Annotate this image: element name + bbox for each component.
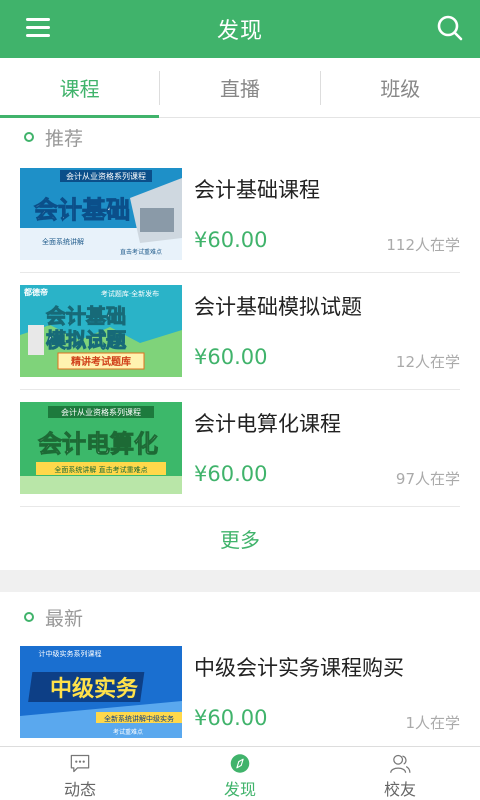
course-price: ¥60.00	[194, 462, 268, 486]
thumb-main-text: 会计电算化	[38, 430, 158, 458]
course-thumbnail: 会计从业资格系列课程 会计基础 全面系统讲解 直击考试重难点	[20, 168, 182, 260]
learner-count: 97人在学	[395, 470, 460, 488]
learner-count: 1人在学	[405, 714, 460, 732]
compass-icon	[230, 754, 250, 773]
nav-item-activity[interactable]: 动态	[0, 747, 160, 800]
course-item[interactable]: 都德帝 考试题库·全新发布 会计基础 模拟试题 精讲考试题库 会计基础模拟试题 …	[20, 273, 460, 390]
thumb-top-text: 会计从业资格系列课程	[61, 407, 141, 417]
nav-item-alumni[interactable]: 校友	[320, 747, 480, 800]
nav-item-discover[interactable]: 发现	[160, 747, 320, 800]
recommended-section: 推荐 会计从业资格系列课程 会计基础 全面系统讲解 直击考试重难点 会计基础课程…	[0, 118, 480, 570]
section-title: 最新	[45, 607, 84, 630]
section-header: 最新	[0, 592, 480, 642]
chat-bubble-icon	[70, 754, 90, 773]
thumb-main-text: 会计基础	[46, 304, 126, 328]
thumb-main-text: 模拟试题	[46, 328, 127, 352]
latest-section: 最新 计中级实务系列课程 中级实务 全新系统讲解中级实务 考试重难点 中级会计实…	[0, 592, 480, 752]
course-item[interactable]: 会计从业资格系列课程 会计基础 全面系统讲解 直击考试重难点 会计基础课程 ¥6…	[20, 156, 460, 273]
nav-label: 校友	[383, 780, 416, 799]
course-thumbnail: 计中级实务系列课程 中级实务 全新系统讲解中级实务 考试重难点	[20, 646, 182, 738]
thumb-top-text: 会计从业资格系列课程	[66, 171, 146, 181]
learner-count: 12人在学	[395, 353, 460, 371]
learner-count: 112人在学	[386, 236, 460, 254]
thumb-main-text: 会计基础	[34, 196, 130, 224]
section-title: 推荐	[45, 127, 84, 150]
course-name: 会计基础模拟试题	[194, 295, 362, 319]
thumb-sub-text: 全面系统讲解	[42, 237, 84, 246]
bullet-dot-icon	[24, 132, 34, 142]
course-price: ¥60.00	[194, 706, 268, 730]
nav-label: 动态	[63, 780, 96, 799]
menu-icon[interactable]	[26, 18, 50, 38]
thumb-logo-text: 都德帝	[23, 287, 48, 297]
tab-classes[interactable]: 班级	[321, 58, 480, 117]
thumb-sub-text: 全新系统讲解中级实务	[104, 714, 174, 723]
course-thumbnail: 会计从业资格系列课程 会计电算化 全面系统讲解 直击考试重难点	[20, 402, 182, 494]
course-item[interactable]: 会计从业资格系列课程 会计电算化 全面系统讲解 直击考试重难点 会计电算化课程 …	[20, 390, 460, 507]
course-name: 会计基础课程	[194, 178, 320, 202]
thumb-sub-text: 全面系统讲解 直击考试重难点	[54, 465, 147, 474]
more-button[interactable]: 更多	[0, 507, 480, 569]
tab-courses[interactable]: 课程	[0, 58, 160, 118]
course-name: 中级会计实务课程购买	[194, 656, 404, 680]
course-item[interactable]: 计中级实务系列课程 中级实务 全新系统讲解中级实务 考试重难点 中级会计实务课程…	[20, 642, 460, 759]
tab-live[interactable]: 直播	[160, 58, 319, 117]
course-name: 会计电算化课程	[194, 412, 341, 436]
section-header: 推荐	[0, 118, 480, 156]
nav-label: 发现	[223, 780, 256, 799]
page-title: 发现	[216, 19, 263, 44]
search-icon[interactable]	[436, 14, 464, 42]
bottom-nav: 动态 发现 校友	[0, 746, 480, 800]
thumb-top-text: 计中级实务系列课程	[39, 649, 102, 658]
course-price: ¥60.00	[194, 345, 268, 369]
bullet-dot-icon	[24, 612, 34, 622]
thumb-sub-text: 直击考试重难点	[120, 248, 162, 256]
course-thumbnail: 都德帝 考试题库·全新发布 会计基础 模拟试题 精讲考试题库	[20, 285, 182, 377]
people-icon	[390, 754, 411, 773]
thumb-top-text: 考试题库·全新发布	[101, 289, 159, 298]
thumb-sub-text: 精讲考试题库	[71, 355, 131, 368]
course-price: ¥60.00	[194, 228, 268, 252]
tab-bar: 课程 直播 班级	[0, 58, 480, 118]
thumb-main-text: 中级实务	[50, 676, 139, 702]
top-bar: 发现	[0, 0, 480, 58]
thumb-sub-text: 考试重难点	[113, 728, 143, 736]
